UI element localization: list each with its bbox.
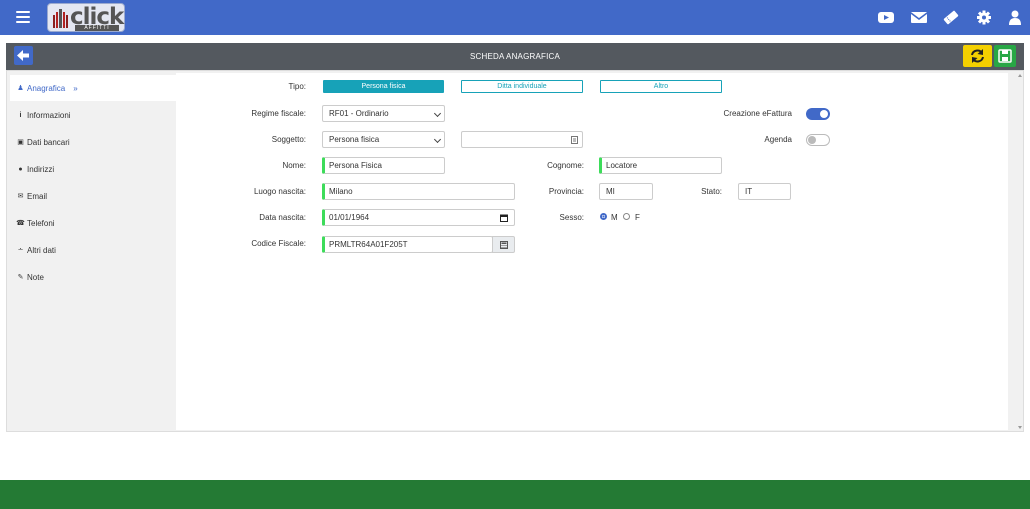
creazione-efattura-label: Creazione eFattura	[723, 109, 792, 118]
sidebar-item-email[interactable]: ✉ Email	[12, 185, 47, 207]
calculator-icon	[500, 241, 508, 249]
form-panel	[176, 73, 1008, 430]
soggetto-value: Persona fisica	[329, 135, 380, 144]
data-nascita-input[interactable]: 01/01/1964	[322, 209, 515, 226]
stato-input[interactable]: IT	[738, 183, 791, 200]
refresh-icon	[971, 49, 984, 63]
tipo-label: Tipo:	[288, 82, 307, 91]
codice-fiscale-input[interactable]: PRMLTR64A01F205T	[322, 236, 493, 253]
edit-icon: ✎	[17, 274, 24, 281]
sidebar-item-indirizzi[interactable]: ● Indirizzi	[12, 158, 54, 180]
page-title: SCHEDA ANAGRAFICA	[469, 52, 561, 61]
app-logo[interactable]: click AFFITTI	[47, 3, 125, 32]
agenda-label: Agenda	[764, 135, 792, 144]
cognome-input[interactable]: Locatore	[599, 157, 722, 174]
envelope-icon: ✉	[17, 193, 24, 200]
luogo-nascita-input[interactable]: Milano	[322, 183, 515, 200]
refresh-button[interactable]	[963, 45, 992, 67]
soggetto-label: Soggetto:	[271, 135, 306, 144]
sesso-f-label: F	[635, 213, 640, 222]
sidebar-item-anagrafica[interactable]: ♟ Anagrafica »	[10, 75, 176, 101]
tipo-persona-fisica-button[interactable]: Persona fisica	[323, 80, 444, 93]
regime-fiscale-value: RF01 - Ordinario	[329, 109, 389, 118]
provincia-input[interactable]: MI	[599, 183, 653, 200]
cognome-label: Cognome:	[547, 161, 584, 170]
codice-fiscale-value: PRMLTR64A01F205T	[329, 240, 408, 249]
cognome-value: Locatore	[606, 161, 638, 170]
sidebar-item-label: Dati bancari	[27, 137, 70, 147]
main-container: ♟ Anagrafica » i Informazioni ▣ Dati ban…	[6, 70, 1024, 432]
stato-value: IT	[745, 187, 753, 196]
agenda-toggle[interactable]	[806, 134, 830, 146]
tipo-ditta-individuale-button[interactable]: Ditta individuale	[461, 80, 583, 93]
youtube-icon[interactable]	[878, 10, 894, 25]
soggetto-extra-field[interactable]	[461, 131, 583, 148]
stato-label: Stato:	[701, 187, 722, 196]
nome-input[interactable]: Persona Fisica	[322, 157, 445, 174]
data-nascita-value: 01/01/1964	[329, 213, 370, 222]
sidebar-item-label: Email	[27, 191, 48, 201]
sesso-f-radio[interactable]	[623, 213, 630, 220]
codice-fiscale-label: Codice Fiscale:	[251, 239, 306, 248]
sidebar-item-label: Indirizzi	[27, 164, 55, 174]
phone-icon: ☎	[16, 220, 25, 227]
toggle-knob	[808, 136, 816, 144]
list-icon	[571, 136, 578, 144]
sidebar-item-label: Note	[27, 272, 44, 282]
money-icon: ▣	[17, 139, 24, 146]
sidebar-item-label: Anagrafica	[27, 83, 66, 93]
soggetto-select[interactable]: Persona fisica	[322, 131, 445, 148]
save-button[interactable]	[994, 45, 1016, 67]
scroll-down-icon[interactable]	[1018, 426, 1022, 429]
provincia-value: MI	[606, 187, 615, 196]
info-icon: i	[19, 111, 22, 119]
paperclip-icon: ∸	[17, 247, 24, 254]
vertical-scrollbar[interactable]	[1015, 71, 1025, 433]
data-nascita-label: Data nascita:	[259, 213, 306, 222]
regime-fiscale-label: Regime fiscale:	[251, 109, 306, 118]
page-header: SCHEDA ANAGRAFICA	[6, 43, 1024, 70]
chevron-down-icon	[433, 109, 442, 118]
sidebar-item-altri-dati[interactable]: ∸ Altri dati	[12, 239, 56, 261]
regime-fiscale-select[interactable]: RF01 - Ordinario	[322, 105, 445, 122]
toggle-knob	[820, 110, 828, 118]
tipo-altro-button[interactable]: Altro	[600, 80, 722, 93]
sidebar-item-dati-bancari[interactable]: ▣ Dati bancari	[12, 131, 70, 153]
nome-value: Persona Fisica	[329, 161, 382, 170]
top-navbar: click AFFITTI	[0, 0, 1030, 35]
chevron-down-icon	[433, 135, 442, 144]
sidebar-item-label: Altri dati	[27, 245, 56, 255]
map-marker-icon: ●	[18, 165, 23, 173]
hamburger-menu-icon[interactable]	[16, 11, 30, 23]
luogo-nascita-label: Luogo nascita:	[253, 187, 306, 196]
creazione-efattura-toggle[interactable]	[806, 108, 830, 120]
sidebar-item-label: Telefoni	[27, 218, 55, 228]
mail-icon[interactable]	[911, 10, 927, 25]
footer-bar	[0, 480, 1030, 509]
logo-subtitle: AFFITTI	[75, 25, 119, 31]
user-icon[interactable]	[1007, 10, 1023, 25]
sidebar-item-note[interactable]: ✎ Note	[12, 266, 44, 288]
provincia-label: Provincia:	[548, 187, 584, 196]
logo-bars-icon	[53, 9, 68, 28]
double-chevron-icon: »	[73, 83, 78, 93]
ticket-icon[interactable]	[943, 10, 959, 25]
user-icon: ♟	[17, 85, 24, 92]
floppy-disk-icon	[998, 49, 1012, 63]
luogo-nascita-value: Milano	[329, 187, 353, 196]
sidebar-item-label: Informazioni	[27, 110, 71, 120]
sesso-m-label: M	[611, 213, 618, 222]
sidebar-item-informazioni[interactable]: i Informazioni	[12, 104, 71, 126]
sesso-label: Sesso:	[559, 213, 584, 222]
gear-icon[interactable]	[976, 10, 992, 25]
scroll-up-icon[interactable]	[1018, 74, 1022, 77]
sesso-m-radio[interactable]	[600, 213, 607, 220]
calcola-codice-fiscale-button[interactable]	[492, 236, 515, 253]
nome-label: Nome:	[282, 161, 306, 170]
sidebar-item-telefoni[interactable]: ☎ Telefoni	[12, 212, 55, 234]
